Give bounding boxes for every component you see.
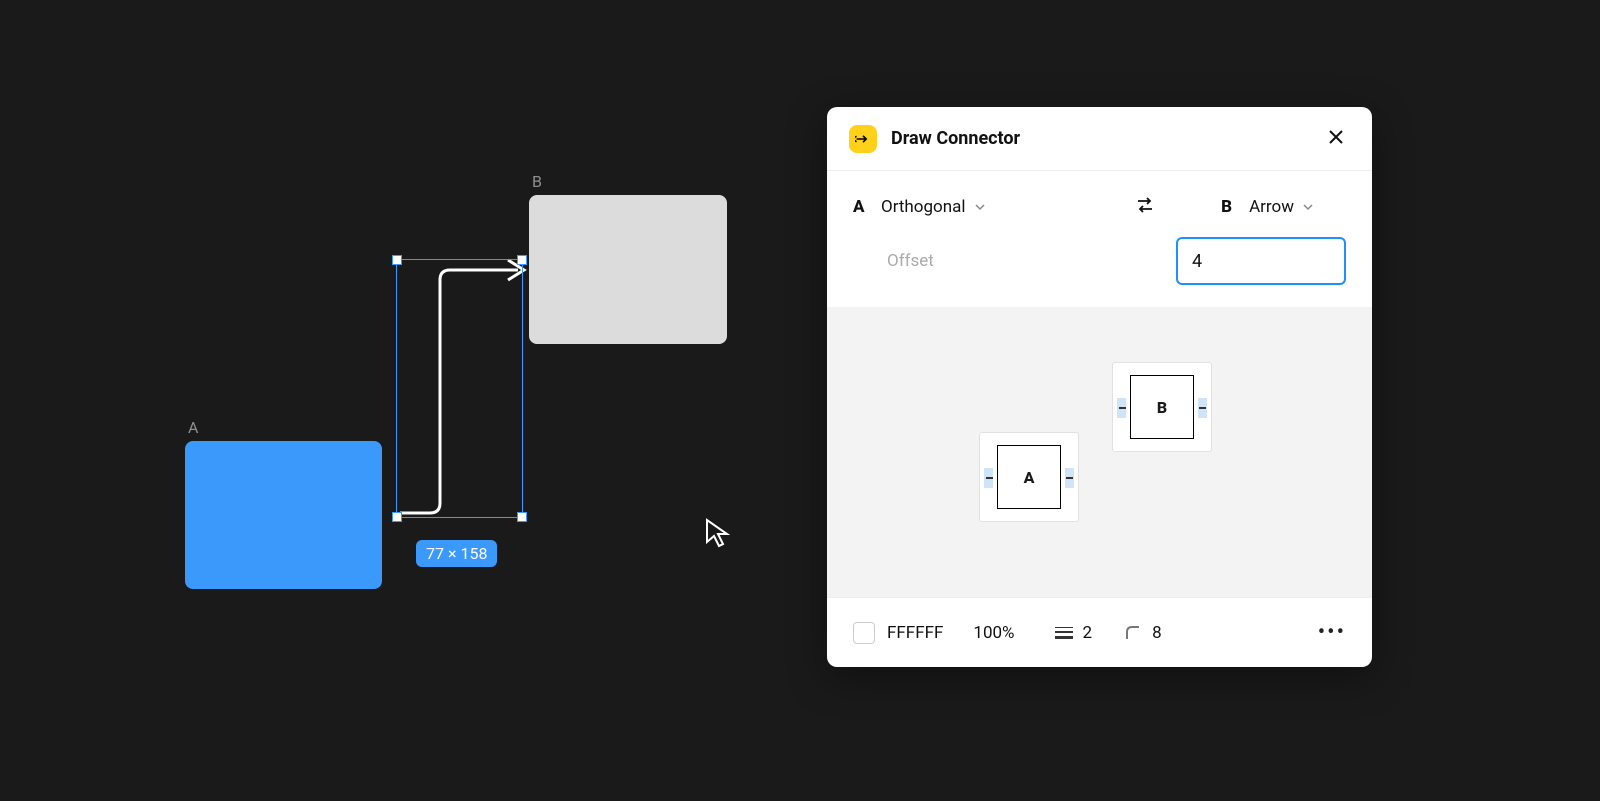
stroke-width-value: 2 [1083,623,1093,643]
endpoint-b-type-value: Arrow [1249,197,1294,217]
ellipsis-icon: ••• [1318,620,1346,645]
panel-header: Draw Connector [827,107,1372,171]
cursor-icon [704,518,730,548]
plugin-icon [849,125,877,153]
chevron-down-icon [1302,201,1314,213]
preview-area: A B [827,307,1372,597]
offset-label: Offset [887,251,934,271]
panel-footer: FFFFFF 100% 2 8 ••• [827,597,1372,667]
node-a[interactable] [185,441,382,589]
endpoint-b-label: B [1221,197,1237,217]
close-button[interactable] [1322,123,1350,155]
endpoint-a-type-value: Orthogonal [881,197,966,217]
node-b[interactable] [529,195,727,344]
node-a-label: A [188,418,198,437]
preview-node-b-anchor-picker[interactable]: B [1112,362,1212,452]
more-options-button[interactable]: ••• [1318,620,1346,645]
chevron-down-icon [974,201,986,213]
corner-radius-value: 8 [1152,623,1162,643]
color-swatch [853,622,875,644]
selection-handle-tl[interactable] [392,255,402,265]
stroke-width-icon [1055,627,1073,639]
selection-handle-br[interactable] [517,512,527,522]
endpoint-a-label: A [853,197,869,217]
stroke-color-hex: FFFFFF [887,623,943,643]
selection-handle-bl[interactable] [392,512,402,522]
selection-size-badge: 77 × 158 [416,540,497,567]
node-b-label: B [532,172,542,191]
panel-title: Draw Connector [891,128,1322,149]
offset-input[interactable] [1176,237,1346,285]
preview-node-b-box: B [1130,375,1194,439]
selection-handle-tr[interactable] [517,255,527,265]
endpoints-row: A Orthogonal B Arrow [827,171,1372,237]
preview-node-a-box: A [997,445,1061,509]
close-icon [1326,127,1346,147]
preview-node-a-anchor-picker[interactable]: A [979,432,1079,522]
corner-radius-icon [1124,624,1142,642]
offset-row: Offset [827,237,1372,307]
endpoint-a-type-dropdown[interactable]: Orthogonal [881,193,986,221]
corner-radius-control[interactable]: 8 [1124,623,1162,643]
swap-endpoints-button[interactable] [1129,189,1161,225]
stroke-width-control[interactable]: 2 [1055,623,1093,643]
draw-connector-panel: Draw Connector A Orthogonal B Arrow Offs… [827,107,1372,667]
selection-box[interactable] [396,259,523,518]
stroke-opacity-control[interactable]: 100% [973,623,1014,643]
endpoint-b-type-dropdown[interactable]: Arrow [1249,193,1314,221]
stroke-opacity-value: 100% [973,623,1014,643]
stroke-color-control[interactable]: FFFFFF [853,622,943,644]
swap-icon [1133,193,1157,217]
